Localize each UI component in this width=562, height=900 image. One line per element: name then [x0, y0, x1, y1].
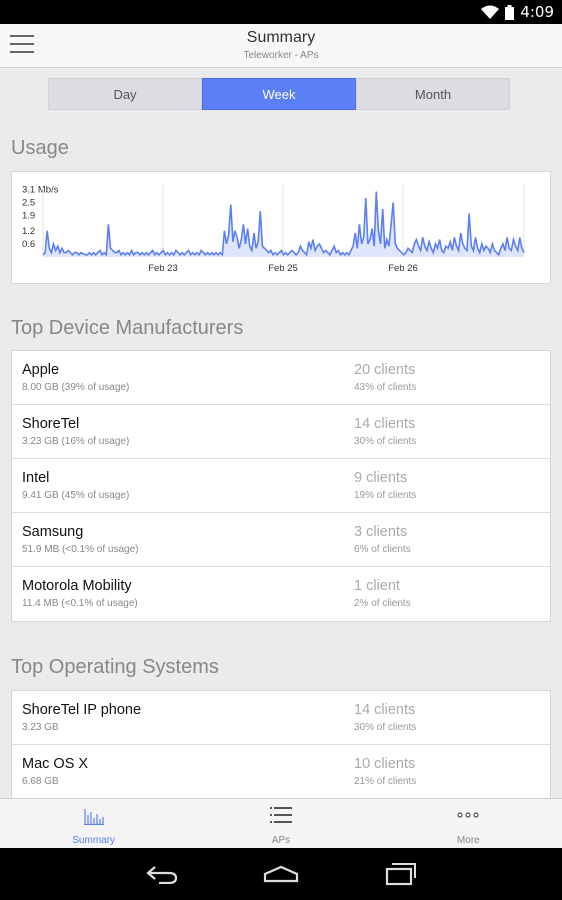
list-item[interactable]: Intel 9.41 GB (45% of usage) 9 clients 1… — [12, 459, 550, 513]
manufacturer-usage: 8.00 GB (39% of usage) — [22, 382, 130, 393]
y-tick-label: 0.6 — [22, 239, 35, 250]
os-clients: 14 clients — [354, 702, 416, 718]
list-item[interactable]: ShoreTel IP phone 3.23 GB 14 clients 30%… — [12, 691, 550, 745]
manufacturer-client-percent: 30% of clients — [354, 436, 417, 447]
segment-month[interactable]: Month — [356, 78, 510, 110]
manufacturers-section-title: Top Device Manufacturers — [11, 317, 244, 339]
manufacturer-client-percent: 43% of clients — [354, 382, 417, 393]
manufacturer-clients: 1 client — [354, 578, 400, 594]
y-tick-label: 1.2 — [22, 226, 35, 237]
status-time: 4:09 — [520, 3, 554, 21]
page-title: Summary — [246, 29, 316, 46]
wifi-icon — [481, 5, 500, 19]
usage-chart-card: 3.1 Mb/s 2.5 1.9 1.2 0.6 Feb 23 Feb 25 Feb 26 — [11, 171, 551, 284]
list-item[interactable]: Samsung 51.9 MB (<0.1% of usage) 3 clien… — [12, 513, 550, 567]
tab-more-label: More — [456, 835, 480, 846]
manufacturer-clients: 20 clients — [354, 362, 416, 378]
list-item[interactable]: Mac OS X 6.68 GB 10 clients 21% of clien… — [12, 745, 550, 798]
bottom-tab-bar: Summary APs More — [0, 798, 562, 848]
manufacturer-usage: 51.9 MB (<0.1% of usage) — [22, 544, 139, 555]
manufacturer-name: Motorola Mobility — [22, 578, 132, 594]
tab-aps[interactable]: APs — [187, 799, 374, 848]
os-client-percent: 21% of clients — [354, 776, 417, 787]
list-item[interactable]: ShoreTel 3.23 GB (16% of usage) 14 clien… — [12, 405, 550, 459]
manufacturer-name: Apple — [22, 362, 60, 378]
list-item[interactable]: Motorola Mobility 11.4 MB (<0.1% of usag… — [12, 567, 550, 621]
list-icon — [269, 807, 292, 823]
y-tick-label: 2.5 — [22, 197, 35, 208]
os-usage: 6.68 GB — [22, 776, 59, 787]
manufacturer-name: Intel — [22, 470, 50, 486]
manufacturer-client-percent: 2% of clients — [354, 598, 411, 609]
manufacturer-usage: 3.23 GB (16% of usage) — [22, 436, 130, 447]
x-tick-label: Feb 23 — [148, 263, 178, 274]
manufacturer-client-percent: 19% of clients — [354, 490, 417, 501]
tab-summary-label: Summary — [72, 835, 116, 846]
x-tick-label: Feb 26 — [388, 263, 418, 274]
y-tick-label: 3.1 Mb/s — [22, 184, 59, 195]
os-list: ShoreTel IP phone 3.23 GB 14 clients 30%… — [11, 690, 551, 798]
manufacturer-usage: 11.4 MB (<0.1% of usage) — [22, 598, 138, 609]
list-item[interactable]: Apple 8.00 GB (39% of usage) 20 clients … — [12, 351, 550, 405]
y-tick-label: 1.9 — [22, 211, 35, 222]
home-icon[interactable] — [263, 865, 299, 883]
system-navigation-bar — [0, 848, 562, 900]
manufacturer-client-percent: 6% of clients — [354, 544, 411, 555]
more-dots-icon — [457, 812, 479, 818]
battery-icon — [505, 4, 515, 20]
os-usage: 3.23 GB — [22, 722, 59, 733]
tab-more[interactable]: More — [375, 799, 562, 848]
usage-chart: 3.1 Mb/s 2.5 1.9 1.2 0.6 Feb 23 Feb 25 Feb 26 — [22, 184, 525, 274]
manufacturer-name: Samsung — [22, 524, 84, 540]
os-section-title: Top Operating Systems — [11, 656, 219, 678]
os-name: Mac OS X — [22, 756, 89, 772]
segment-week[interactable]: Week — [202, 78, 356, 110]
bar-chart-icon — [83, 809, 104, 825]
manufacturer-name: ShoreTel — [22, 416, 80, 432]
app-header: Summary Teleworker - APs — [0, 24, 562, 68]
time-range-segmented-control: Day Week Month — [48, 78, 510, 110]
os-client-percent: 30% of clients — [354, 722, 417, 733]
manufacturer-usage: 9.41 GB (45% of usage) — [22, 490, 130, 501]
manufacturer-clients: 3 clients — [354, 524, 408, 540]
page-subtitle: Teleworker - APs — [243, 50, 319, 61]
manufacturer-clients: 9 clients — [354, 470, 408, 486]
back-icon[interactable] — [145, 864, 179, 884]
x-tick-label: Feb 25 — [268, 263, 298, 274]
manufacturer-clients: 14 clients — [354, 416, 416, 432]
os-clients: 10 clients — [354, 756, 416, 772]
status-bar: 4:09 — [0, 0, 562, 24]
usage-section-title: Usage — [11, 137, 69, 159]
tab-summary[interactable]: Summary — [0, 799, 187, 848]
manufacturers-list: Apple 8.00 GB (39% of usage) 20 clients … — [11, 350, 551, 622]
os-name: ShoreTel IP phone — [22, 702, 142, 718]
segment-day[interactable]: Day — [48, 78, 202, 110]
recent-apps-icon[interactable] — [385, 862, 417, 886]
tab-aps-label: APs — [271, 835, 291, 846]
